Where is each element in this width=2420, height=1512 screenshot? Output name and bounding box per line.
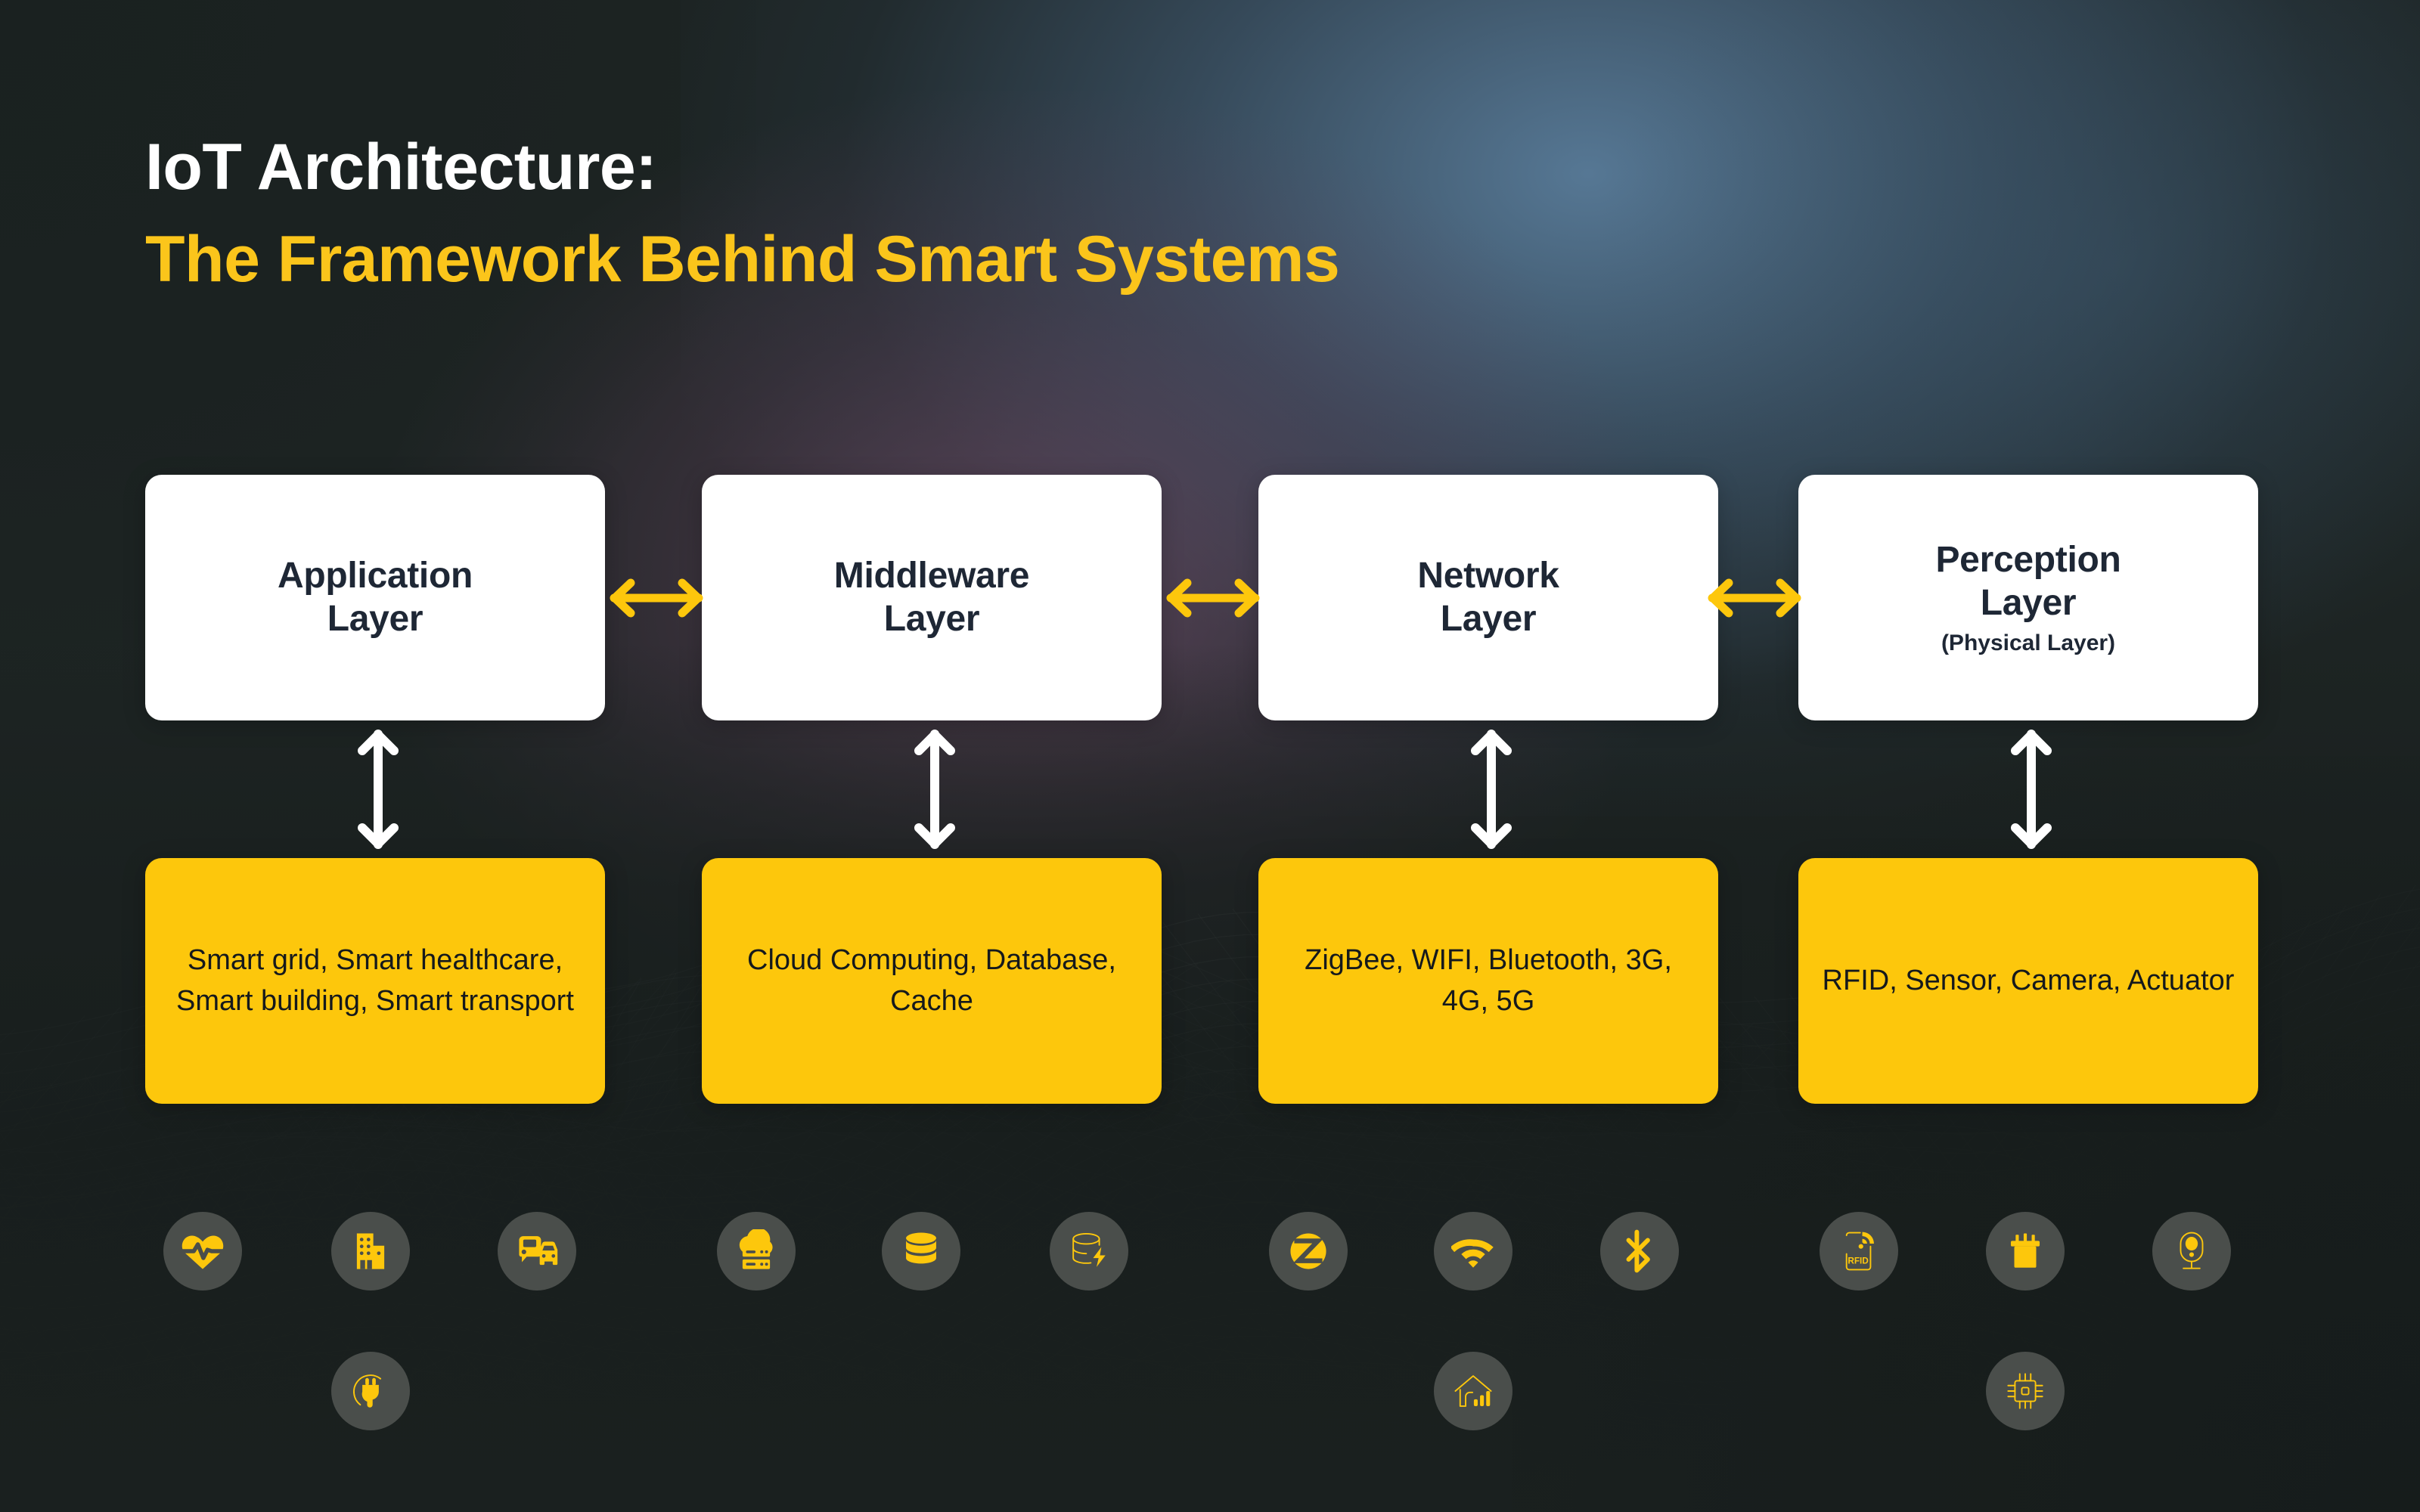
svg-text:RFID: RFID bbox=[1848, 1256, 1868, 1266]
bluetooth-icon[interactable] bbox=[1600, 1212, 1679, 1290]
sensor-icon[interactable] bbox=[1986, 1212, 2065, 1290]
zigbee-icon[interactable] bbox=[1269, 1212, 1348, 1290]
cache-database-bolt-icon[interactable] bbox=[1050, 1212, 1128, 1290]
heartbeat-icon[interactable] bbox=[163, 1212, 242, 1290]
camera-icon[interactable] bbox=[2152, 1212, 2231, 1290]
smart-home-signal-icon[interactable] bbox=[1434, 1352, 1512, 1430]
wifi-icon[interactable] bbox=[1434, 1212, 1512, 1290]
rfid-card-icon[interactable]: RFID bbox=[1820, 1212, 1898, 1290]
power-plug-icon[interactable] bbox=[331, 1352, 410, 1430]
microchip-icon[interactable] bbox=[1986, 1352, 2065, 1430]
office-building-icon[interactable] bbox=[331, 1212, 410, 1290]
cloud-server-icon[interactable] bbox=[717, 1212, 796, 1290]
technology-icon-grid: RFID bbox=[0, 0, 2420, 1512]
bus-car-transport-icon[interactable] bbox=[498, 1212, 576, 1290]
database-icon[interactable] bbox=[882, 1212, 960, 1290]
